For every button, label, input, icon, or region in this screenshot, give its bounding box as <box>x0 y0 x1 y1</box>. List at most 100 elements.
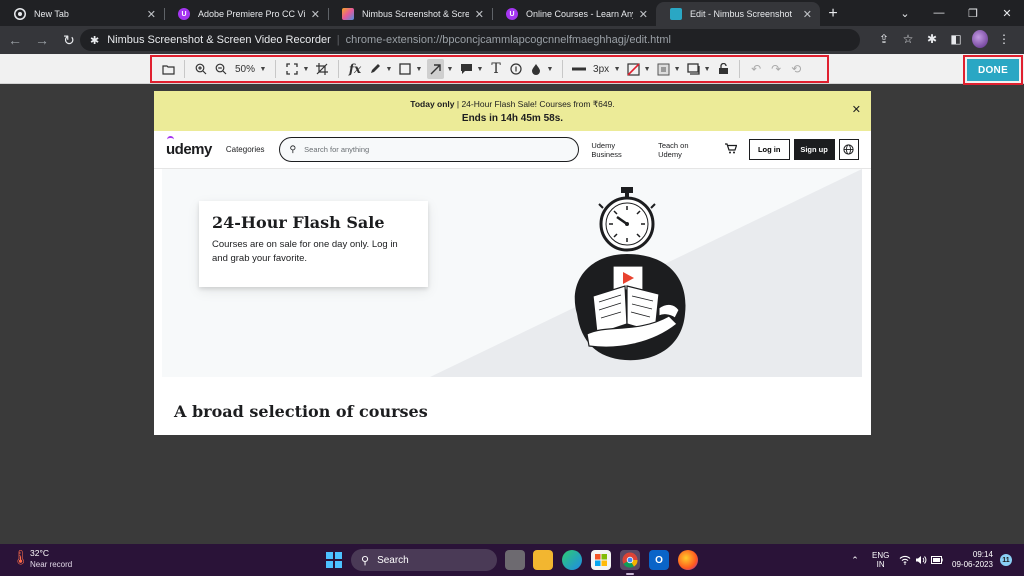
promo-close-icon[interactable]: ✕ <box>852 103 861 116</box>
tab-search-chevron-icon[interactable]: ⌄ <box>888 0 922 26</box>
extension-name: Nimbus Screenshot & Screen Video Recorde… <box>107 34 331 46</box>
profile-avatar[interactable] <box>972 30 988 48</box>
tab-online-courses[interactable]: U Online Courses - Learn Anything ✕ <box>492 2 656 26</box>
redo-icon[interactable]: ↷ <box>768 59 784 79</box>
weather-widget[interactable]: 🌡 32°C Near record <box>12 548 72 569</box>
zoom-out-icon[interactable] <box>213 59 229 79</box>
tab-close-icon[interactable]: ✕ <box>147 8 156 21</box>
nimbus-icon <box>342 8 354 20</box>
rectangle-icon[interactable] <box>397 59 413 79</box>
taskbar-search-box[interactable]: ⚲ Search <box>351 549 497 571</box>
task-view-icon[interactable] <box>505 550 525 570</box>
teach-on-udemy-link[interactable]: Teach on Udemy <box>658 141 713 159</box>
effects-fx-icon[interactable]: fx <box>347 59 363 79</box>
more-menu-icon[interactable]: ⋮ <box>996 32 1012 46</box>
editor-toolbar: 50% ▼ ▼ fx ▼ ▼ ▼ ▼ T ▼ 3px ▼ ▼ ▼ ▼ ↶ ↷ ⟲… <box>0 54 1024 85</box>
resize-icon[interactable] <box>284 59 300 79</box>
section-title: A broad selection of courses <box>174 402 428 421</box>
zoom-dropdown-caret-icon[interactable]: ▼ <box>259 59 267 79</box>
clock-date: 09-06-2023 <box>952 560 993 569</box>
volume-icon[interactable] <box>914 544 928 576</box>
back-arrow-icon[interactable]: ← <box>3 28 27 52</box>
file-explorer-icon[interactable] <box>533 550 553 570</box>
globe-icon[interactable] <box>838 139 859 160</box>
fill-pattern-icon[interactable] <box>655 59 671 79</box>
minimize-icon[interactable]: — <box>922 0 956 26</box>
blur-drop-icon[interactable] <box>528 59 544 79</box>
forward-arrow-icon[interactable]: → <box>30 28 54 52</box>
tab-close-icon[interactable]: ✕ <box>475 8 484 21</box>
side-panel-icon[interactable]: ◧ <box>948 32 964 46</box>
done-button[interactable]: DONE <box>967 59 1019 81</box>
new-tab-button[interactable]: + <box>820 2 846 26</box>
cart-icon[interactable] <box>724 142 738 157</box>
pencil-dropdown-caret-icon[interactable]: ▼ <box>385 59 393 79</box>
udemy-business-link[interactable]: Udemy Business <box>591 141 646 159</box>
undo-all-icon[interactable]: ⟲ <box>788 59 804 79</box>
numbered-marker-icon[interactable] <box>508 59 524 79</box>
stroke-color-icon[interactable] <box>625 59 641 79</box>
battery-icon[interactable] <box>930 544 944 576</box>
zoom-in-icon[interactable] <box>193 59 209 79</box>
extensions-puzzle-icon[interactable]: ✱ <box>924 32 940 46</box>
udemy-logo[interactable]: udemy <box>166 136 212 158</box>
edge-icon[interactable] <box>562 550 582 570</box>
stroke-color-dropdown-caret-icon[interactable]: ▼ <box>643 59 651 79</box>
udemy-search-input[interactable]: ⚲ Search for anything <box>278 137 580 162</box>
tab-edit-nimbus[interactable]: Edit - Nimbus Screenshot ✕ <box>656 2 820 26</box>
categories-menu[interactable]: Categories <box>226 145 265 154</box>
line-width-icon[interactable] <box>571 59 587 79</box>
language-indicator[interactable]: ENG IN <box>872 551 889 569</box>
tab-adobe-premiere[interactable]: U Adobe Premiere Pro CC Video E ✕ <box>164 2 328 26</box>
bookmark-star-icon[interactable]: ☆ <box>900 32 916 46</box>
resize-dropdown-caret-icon[interactable]: ▼ <box>302 59 310 79</box>
promo-bold: Today only <box>410 99 455 109</box>
reload-icon[interactable]: ↻ <box>57 28 81 52</box>
signup-button[interactable]: Sign up <box>793 139 835 160</box>
tab-close-icon[interactable]: ✕ <box>311 8 320 21</box>
tab-close-icon[interactable]: ✕ <box>639 8 648 21</box>
microsoft-store-icon[interactable] <box>591 550 611 570</box>
system-clock[interactable]: 09:14 09-06-2023 <box>952 550 993 570</box>
restore-icon[interactable]: ❐ <box>956 0 990 26</box>
blur-dropdown-caret-icon[interactable]: ▼ <box>546 59 554 79</box>
share-icon[interactable]: ⇪ <box>876 32 892 46</box>
show-hidden-icons-chevron-icon[interactable]: ⌃ <box>848 544 862 576</box>
text-tool-icon[interactable]: T <box>488 59 504 79</box>
tab-close-icon[interactable]: ✕ <box>803 8 812 21</box>
search-placeholder: Search for anything <box>304 145 370 154</box>
tab-nimbus-store[interactable]: Nimbus Screenshot & Screen Vi ✕ <box>328 2 492 26</box>
undo-icon[interactable]: ↶ <box>748 59 764 79</box>
address-bar[interactable]: ✱ Nimbus Screenshot & Screen Video Recor… <box>80 29 860 51</box>
promo-banner: Today only | 24-Hour Flash Sale! Courses… <box>154 91 871 131</box>
fill-dropdown-caret-icon[interactable]: ▼ <box>673 59 681 79</box>
crop-icon[interactable] <box>314 59 330 79</box>
thermometer-icon: 🌡 <box>12 548 30 565</box>
outlook-icon[interactable]: O <box>649 550 669 570</box>
zoom-level[interactable]: 50% <box>233 59 257 79</box>
rectangle-dropdown-caret-icon[interactable]: ▼ <box>415 59 423 79</box>
done-highlight-box: DONE <box>963 55 1023 85</box>
windows-start-icon[interactable] <box>326 552 342 568</box>
chrome-icon[interactable] <box>620 550 640 575</box>
lock-icon[interactable] <box>715 59 731 79</box>
hero-body: Courses are on sale for one day only. Lo… <box>212 239 398 264</box>
line-width-value[interactable]: 3px <box>591 59 611 79</box>
open-folder-icon[interactable] <box>160 59 176 79</box>
tab-new-tab[interactable]: New Tab ✕ <box>0 2 164 26</box>
window-close-icon[interactable]: ✕ <box>990 0 1024 26</box>
arrow-tool-icon[interactable] <box>427 59 445 79</box>
wifi-icon[interactable] <box>898 544 912 576</box>
shadow-frame-icon[interactable] <box>685 59 701 79</box>
notification-badge[interactable]: 11 <box>1000 554 1012 566</box>
speech-bubble-icon[interactable] <box>458 59 474 79</box>
pencil-icon[interactable] <box>367 59 383 79</box>
bubble-dropdown-caret-icon[interactable]: ▼ <box>476 59 484 79</box>
arrow-dropdown-caret-icon[interactable]: ▼ <box>446 59 454 79</box>
shadow-dropdown-caret-icon[interactable]: ▼ <box>703 59 711 79</box>
firefox-icon[interactable] <box>678 550 698 570</box>
line-width-dropdown-caret-icon[interactable]: ▼ <box>613 59 621 79</box>
udemy-icon: U <box>178 8 190 20</box>
login-button[interactable]: Log in <box>748 139 790 160</box>
screenshot-canvas[interactable]: Today only | 24-Hour Flash Sale! Courses… <box>154 91 871 435</box>
